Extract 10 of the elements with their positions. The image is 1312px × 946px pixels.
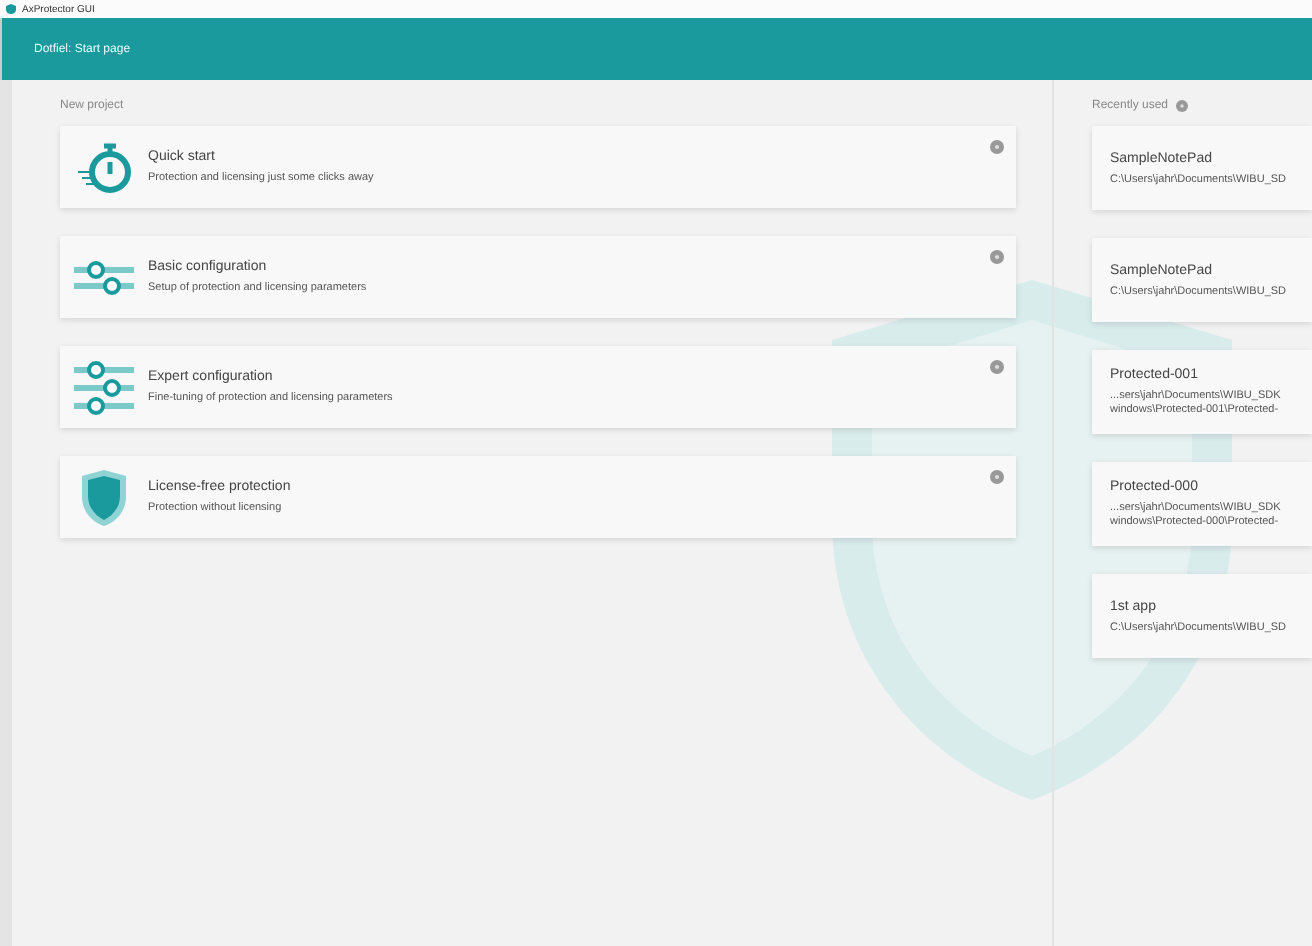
stopwatch-icon (74, 139, 134, 195)
shield-icon (80, 467, 128, 527)
help-icon[interactable] (1176, 100, 1189, 112)
sliders-icon (74, 359, 134, 415)
help-icon[interactable] (990, 470, 1004, 484)
help-icon[interactable] (990, 250, 1004, 264)
help-icon[interactable] (990, 140, 1004, 154)
help-icon[interactable] (990, 360, 1004, 374)
app-icon (6, 4, 16, 14)
sliders-icon (74, 257, 134, 297)
